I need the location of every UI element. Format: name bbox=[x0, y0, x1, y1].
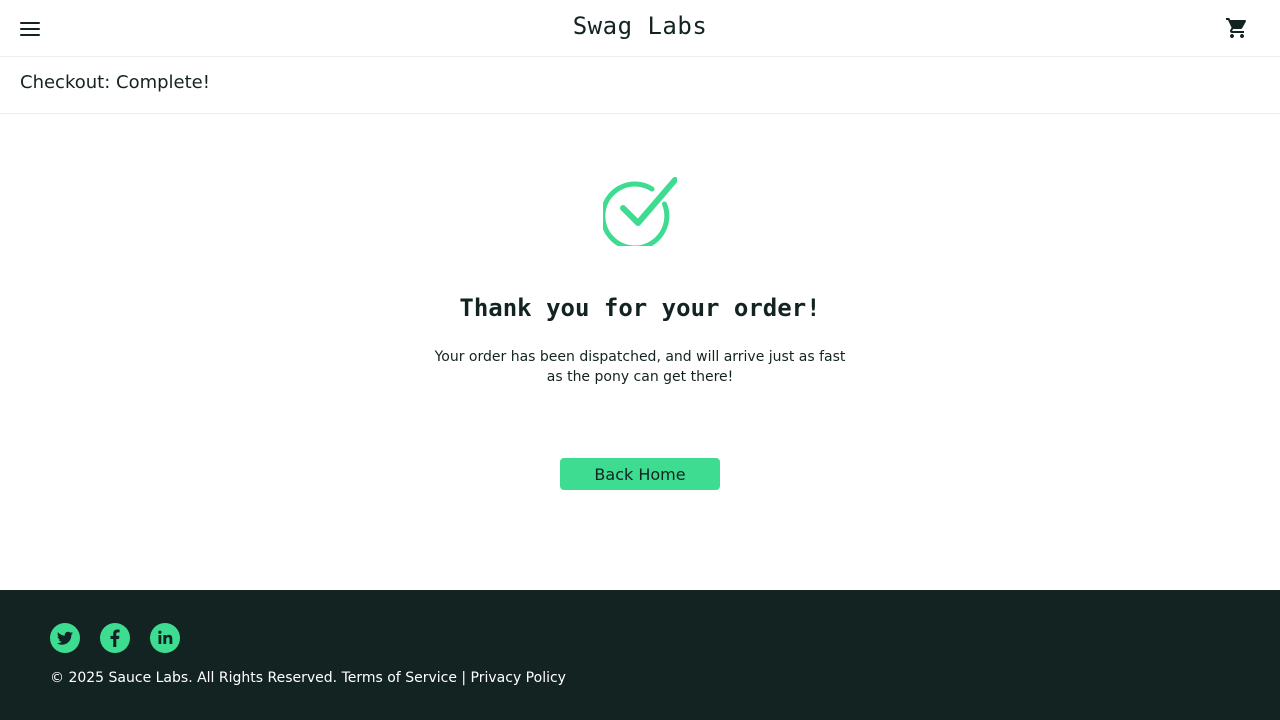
page-title: Checkout: Complete! bbox=[20, 72, 210, 93]
checkout-complete-container: Thank you for your order! Your order has… bbox=[0, 114, 1280, 590]
footer-copyright: © 2025 Sauce Labs. All Rights Reserved. … bbox=[50, 670, 566, 686]
secondary-header: Checkout: Complete! bbox=[0, 57, 1280, 114]
complete-heading: Thank you for your order! bbox=[459, 294, 821, 322]
check-circle-icon bbox=[600, 176, 678, 251]
complete-message: Your order has been dispatched, and will… bbox=[434, 349, 846, 385]
shopping-cart-icon[interactable] bbox=[1225, 16, 1249, 40]
app-logo: Swag Labs bbox=[572, 12, 708, 40]
back-home-button[interactable]: Back Home bbox=[560, 458, 720, 490]
facebook-icon[interactable] bbox=[100, 623, 130, 653]
primary-header: Swag Labs bbox=[0, 0, 1280, 57]
twitter-icon[interactable] bbox=[50, 623, 80, 653]
linkedin-icon[interactable] bbox=[150, 623, 180, 653]
footer: © 2025 Sauce Labs. All Rights Reserved. … bbox=[0, 590, 1280, 720]
